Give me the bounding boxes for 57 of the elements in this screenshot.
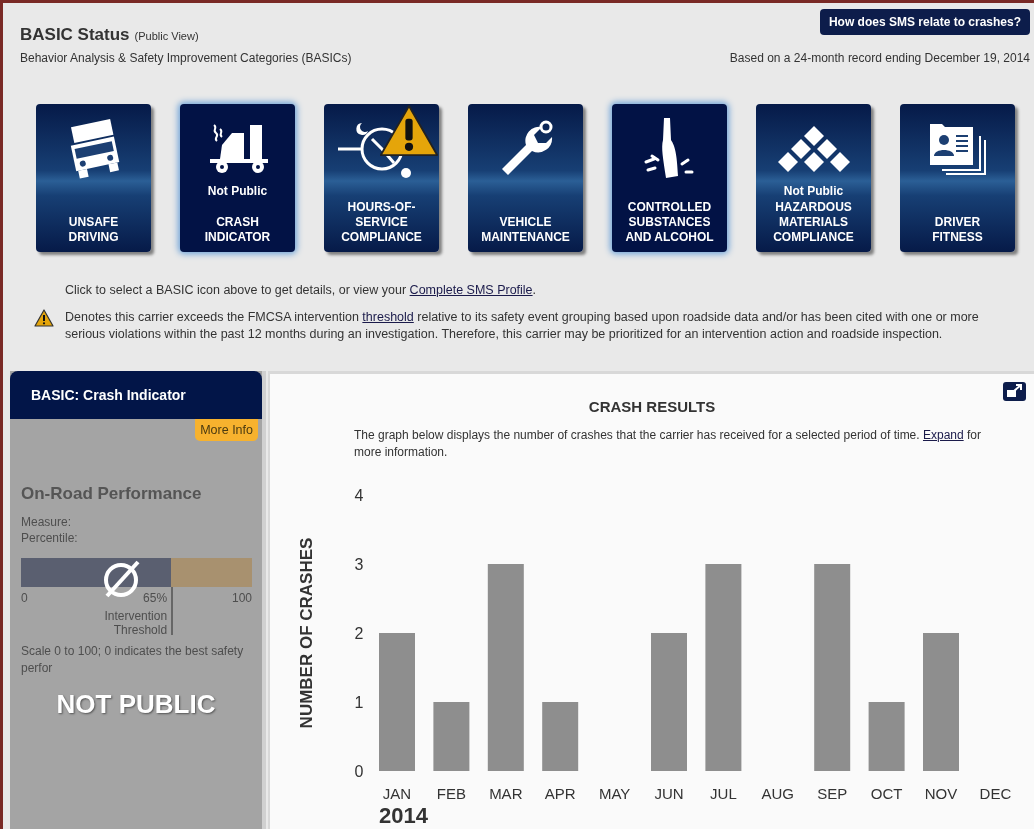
- not-allowed-icon: [103, 560, 141, 598]
- profile-link[interactable]: Complete SMS Profile: [409, 283, 533, 297]
- x-tick-label: JUL: [710, 785, 737, 802]
- panel-title: BASIC: Crash Indicator: [10, 371, 262, 419]
- y-axis-label: NUMBER OF CRASHES: [297, 537, 316, 729]
- scale-max: 100: [231, 591, 252, 607]
- year-label: 2014: [379, 803, 428, 828]
- id-card-icon: [927, 122, 988, 176]
- threshold-value: 65%: [143, 591, 169, 605]
- more-info-button[interactable]: More Info: [195, 419, 258, 441]
- scale-min: 0: [21, 591, 28, 607]
- x-tick-label: OCT: [870, 785, 903, 802]
- y-tick-label: 1: [354, 694, 364, 711]
- not-public-label: NOT PUBLIC: [55, 689, 217, 720]
- bar: [542, 702, 579, 771]
- basic-tile[interactable]: HOURS-OF- SERVICE COMPLIANCE: [324, 104, 439, 252]
- basic-tile[interactable]: CONTROLLED SUBSTANCES AND ALCOHOL: [612, 104, 727, 252]
- record-note: Based on a 24-month record ending December 19, 2014: [729, 51, 1030, 65]
- warning-icon: [34, 309, 54, 327]
- x-tick-label: SEP: [817, 785, 848, 802]
- x-tick-label: JUN: [654, 785, 684, 802]
- expand-link[interactable]: Expand: [922, 428, 964, 442]
- basic-tile[interactable]: Not Public CRASH INDICATOR: [180, 104, 295, 252]
- diamond-grid-icon: [777, 126, 850, 172]
- help-button[interactable]: How does SMS relate to crashes?: [819, 9, 1030, 35]
- bar: [868, 702, 905, 771]
- chart-description: The graph below displays the number of crashes that the carrier has received for a selected period of time. Expand for more information.: [354, 427, 982, 461]
- x-tick-label: DEC: [979, 785, 1012, 802]
- basic-tile[interactable]: VEHICLE MAINTENANCE: [468, 104, 583, 252]
- x-tick-label: MAY: [598, 785, 631, 802]
- bar: [433, 702, 470, 771]
- percentile-label: Percentile:: [21, 530, 79, 546]
- subtitle: Behavior Analysis & Safety Improvement Categories (BASICs): [20, 51, 352, 65]
- section-title: On-Road Performance: [21, 484, 203, 504]
- measure-label: Measure:: [21, 514, 73, 530]
- x-tick-label: NOV: [924, 785, 958, 802]
- chart-title: CRASH RESULTS: [588, 397, 716, 415]
- x-tick-label: JAN: [382, 785, 412, 802]
- threshold-label: Intervention Threshold: [103, 609, 169, 637]
- basic-tile[interactable]: Not Public HAZARDOUS MATERIALS COMPLIANCE: [756, 104, 871, 252]
- page-title: BASIC Status: [20, 25, 130, 45]
- y-tick-label: 3: [354, 556, 364, 573]
- expand-icon[interactable]: [1003, 382, 1026, 401]
- warning-note: Denotes this carrier exceeds the FMCSA intervention threshold relative to its safety event grouping based upon roadside data and/or has been cited with one or more serious violations within the past 12 months during an investigation. Therefore, this carrier may be prioritized for an intervention action and roadside inspection.: [65, 309, 980, 343]
- x-tick-label: APR: [544, 785, 576, 802]
- y-tick-label: 0: [354, 763, 364, 780]
- view-note: (Public View): [134, 30, 199, 42]
- y-tick-label: 4: [354, 487, 364, 504]
- basic-tile[interactable]: DRIVER FITNESS: [900, 104, 1015, 252]
- y-tick-label: 2: [354, 625, 364, 642]
- x-tick-label: AUG: [761, 785, 795, 802]
- instruction-text: Click to select a BASIC icon above to get details, or view your Complete SMS Profile.: [65, 282, 537, 299]
- threshold-link[interactable]: threshold: [362, 310, 414, 324]
- x-tick-label: FEB: [436, 785, 466, 802]
- x-tick-label: MAR: [489, 785, 523, 802]
- basic-tile[interactable]: UNSAFE DRIVING: [36, 104, 151, 252]
- scale-note: Scale 0 to 100; 0 indicates the best safety perfor: [21, 643, 245, 677]
